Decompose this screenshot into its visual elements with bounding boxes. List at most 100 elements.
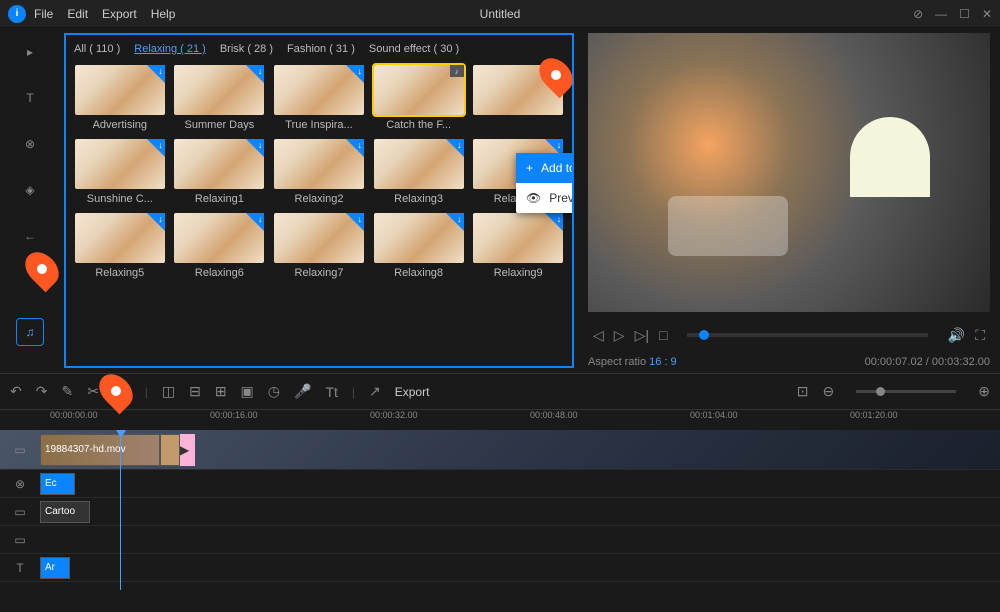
- stop-icon[interactable]: □: [659, 327, 667, 343]
- help-icon[interactable]: ⊘: [913, 7, 923, 21]
- time-display: 00:00:07.02 / 00:03:32.00: [865, 356, 990, 368]
- text-clip[interactable]: Cartoo: [40, 501, 90, 523]
- annotation-marker-2: [542, 56, 570, 94]
- fullscreen-icon[interactable]: ⛶: [975, 327, 985, 344]
- next-icon[interactable]: ▷|: [635, 327, 649, 344]
- annotation-marker-3: [102, 372, 130, 410]
- zoom-out-icon[interactable]: ⊖: [823, 383, 835, 400]
- window-title: Untitled: [480, 7, 521, 21]
- close-icon[interactable]: ✕: [982, 7, 992, 21]
- mosaic-icon[interactable]: ⊞: [215, 383, 227, 400]
- timeline-toolbar: ↶ ↷ ✎ ✂ 🗑 | ◫ ⊟ ⊞ ▣ ◷ 🎤 Tt | ↗ Export ⊡ …: [0, 374, 1000, 410]
- fit-icon[interactable]: ⊡: [797, 383, 809, 400]
- music-icon[interactable]: ♫: [16, 318, 44, 346]
- ctx-preview[interactable]: 👁Preview: [516, 183, 574, 213]
- tool-sidebar: ▸ T ⊗ ◈ ← ♫: [0, 28, 60, 373]
- export-button[interactable]: Export: [395, 385, 430, 399]
- playhead[interactable]: [120, 430, 121, 590]
- subtitle-track-icon[interactable]: T: [0, 561, 40, 575]
- asset-item[interactable]: ♪Catch the F...: [373, 65, 465, 131]
- tab-relaxing[interactable]: Relaxing ( 21 ): [134, 43, 206, 55]
- preview-panel: ◁ ▷ ▷| □ 🔊 ⛶ Aspect ratio 16 : 9 00:00:0…: [578, 28, 1000, 373]
- annotation-marker-1: [28, 250, 56, 288]
- zoom-in-icon[interactable]: ⊕: [978, 383, 990, 400]
- cut-icon[interactable]: ✂: [87, 383, 99, 400]
- asset-item[interactable]: ↓Relaxing3: [373, 139, 465, 205]
- duration-icon[interactable]: ◷: [268, 383, 280, 400]
- text-track-icon[interactable]: ▭: [0, 505, 40, 519]
- asset-item[interactable]: ↓Summer Days: [174, 65, 266, 131]
- zoom-slider[interactable]: [856, 390, 956, 393]
- fx-track-icon[interactable]: ⊗: [0, 477, 40, 491]
- minimize-icon[interactable]: —: [935, 7, 947, 21]
- eye-icon: 👁: [526, 191, 541, 205]
- time-ruler[interactable]: 00:00:00.00 00:00:16.00 00:00:32.00 00:0…: [0, 410, 1000, 430]
- music-library: All ( 110 ) Relaxing ( 21 ) Brisk ( 28 )…: [64, 33, 574, 368]
- aspect-label: Aspect ratio: [588, 356, 646, 368]
- timeline-tracks: ▭ 19884307-hd.mov ▶ ⊗ Ec ▭ Cartoo ▭ T Ar: [0, 430, 1000, 590]
- overlay-icon[interactable]: ◈: [16, 176, 44, 204]
- preview-info: Aspect ratio 16 : 9 00:00:07.02 / 00:03:…: [588, 356, 990, 368]
- text-icon[interactable]: T: [16, 84, 44, 112]
- menu-help[interactable]: Help: [151, 7, 176, 21]
- asset-item[interactable]: ↓Relaxing6: [174, 213, 266, 279]
- menu-file[interactable]: File: [34, 7, 53, 21]
- asset-grid: ↓Advertising↓Summer Days↓True Inspira...…: [74, 65, 564, 279]
- asset-item[interactable]: ↓Advertising: [74, 65, 166, 131]
- split-icon[interactable]: ⊟: [189, 383, 201, 400]
- asset-item[interactable]: ↓Sunshine C...: [74, 139, 166, 205]
- asset-item[interactable]: ↓Relaxing1: [174, 139, 266, 205]
- subtitle-track[interactable]: T Ar: [0, 554, 1000, 582]
- filter-icon[interactable]: ⊗: [16, 130, 44, 158]
- transition[interactable]: ▶: [180, 434, 195, 466]
- subtitle-clip[interactable]: Ar: [40, 557, 70, 579]
- menu-export[interactable]: Export: [102, 7, 137, 21]
- audio-track-icon[interactable]: ▭: [0, 533, 40, 547]
- aspect-value[interactable]: 16 : 9: [649, 356, 677, 368]
- tab-all[interactable]: All ( 110 ): [74, 43, 120, 55]
- prev-icon[interactable]: ◁: [593, 327, 604, 344]
- category-tabs: All ( 110 ) Relaxing ( 21 ) Brisk ( 28 )…: [74, 43, 564, 55]
- window-buttons: ⊘ — ☐ ✕: [913, 7, 992, 21]
- asset-item[interactable]: ↓Relaxing5: [74, 213, 166, 279]
- effects-track[interactable]: ⊗ Ec: [0, 470, 1000, 498]
- audio-track[interactable]: ▭: [0, 526, 1000, 554]
- text-tool-icon[interactable]: Tt: [325, 384, 337, 400]
- asset-item[interactable]: ↓True Inspira...: [273, 65, 365, 131]
- play-icon[interactable]: ▷: [614, 327, 625, 344]
- undo-icon[interactable]: ↶: [10, 383, 22, 400]
- media-icon[interactable]: ▸: [16, 38, 44, 66]
- plus-icon: +: [526, 161, 533, 175]
- menu-edit[interactable]: Edit: [67, 7, 88, 21]
- text-track[interactable]: ▭ Cartoo: [0, 498, 1000, 526]
- tab-sound-effect[interactable]: Sound effect ( 30 ): [369, 43, 459, 55]
- back-icon[interactable]: ←: [16, 222, 44, 250]
- video-clip-2[interactable]: [160, 434, 180, 466]
- context-menu: +Add to Project 👁Preview: [516, 153, 574, 213]
- asset-item[interactable]: ↓Relaxing7: [273, 213, 365, 279]
- volume-icon[interactable]: 🔊: [948, 327, 965, 344]
- crop-icon[interactable]: ◫: [162, 383, 175, 400]
- ctx-add-to-project[interactable]: +Add to Project: [516, 153, 574, 183]
- tab-brisk[interactable]: Brisk ( 28 ): [220, 43, 273, 55]
- timeline-panel: ↶ ↷ ✎ ✂ 🗑 | ◫ ⊟ ⊞ ▣ ◷ 🎤 Tt | ↗ Export ⊡ …: [0, 373, 1000, 612]
- export-icon[interactable]: ↗: [369, 383, 381, 400]
- menu-bar: File Edit Export Help: [34, 7, 175, 21]
- video-track-icon[interactable]: ▭: [0, 443, 40, 457]
- video-preview[interactable]: [588, 33, 990, 312]
- redo-icon[interactable]: ↷: [36, 383, 48, 400]
- freeze-icon[interactable]: ▣: [241, 383, 254, 400]
- playback-controls: ◁ ▷ ▷| □ 🔊 ⛶: [588, 320, 990, 350]
- voice-icon[interactable]: 🎤: [294, 383, 311, 400]
- asset-item[interactable]: ↓Relaxing8: [373, 213, 465, 279]
- asset-item[interactable]: ↓Relaxing2: [273, 139, 365, 205]
- edit-icon[interactable]: ✎: [61, 383, 73, 400]
- seek-bar[interactable]: [687, 333, 927, 337]
- maximize-icon[interactable]: ☐: [959, 7, 970, 21]
- fx-clip[interactable]: Ec: [40, 473, 75, 495]
- video-clip[interactable]: 19884307-hd.mov: [40, 434, 160, 466]
- video-track[interactable]: ▭ 19884307-hd.mov ▶: [0, 430, 1000, 470]
- tab-fashion[interactable]: Fashion ( 31 ): [287, 43, 355, 55]
- app-logo: i: [8, 5, 26, 23]
- asset-item[interactable]: ↓Relaxing9: [472, 213, 564, 279]
